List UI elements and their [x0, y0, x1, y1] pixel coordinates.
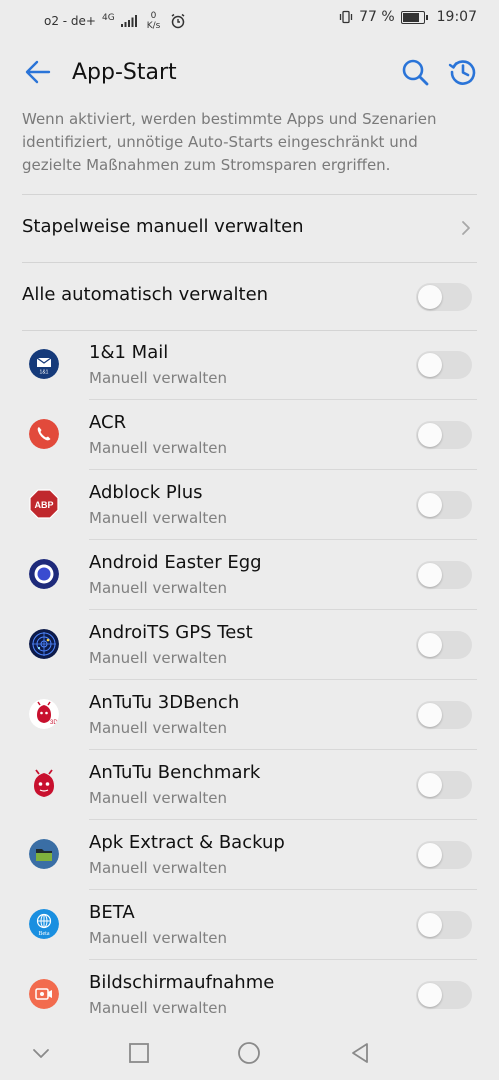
app-status: Manuell verwalten — [89, 999, 227, 1017]
toggle-knob — [418, 843, 442, 867]
app-row-android-easter-egg[interactable]: Android Easter Egg Manuell verwalten — [0, 540, 499, 610]
page-title: App-Start — [72, 60, 177, 85]
battery-icon — [400, 10, 428, 24]
divider — [22, 194, 477, 195]
antutu-icon — [29, 769, 59, 799]
phone-icon — [29, 419, 59, 449]
history-icon[interactable] — [447, 56, 479, 88]
app-row-androits-gps-test[interactable]: AndroiTS GPS Test Manuell verwalten — [0, 610, 499, 680]
batch-manage-row[interactable]: Stapelweise manuell verwalten — [0, 196, 499, 262]
app-toggle[interactable] — [416, 421, 472, 449]
status-bar: o2 - de+ 4G 0 K/s 77 % 19:07 — [0, 0, 499, 40]
app-bar: App-Start — [0, 40, 499, 108]
app-row-adblock-plus[interactable]: ABP Adblock Plus Manuell verwalten — [0, 470, 499, 540]
all-auto-label: Alle automatisch verwalten — [22, 284, 269, 305]
app-status: Manuell verwalten — [89, 439, 227, 457]
app-toggle[interactable] — [416, 631, 472, 659]
app-toggle[interactable] — [416, 771, 472, 799]
app-row-1und1-mail[interactable]: 1&1 1&1 Mail Manuell verwalten — [0, 330, 499, 400]
app-row-antutu-3dbench[interactable]: 3D AnTuTu 3DBench Manuell verwalten — [0, 680, 499, 750]
app-status: Manuell verwalten — [89, 579, 227, 597]
mail-icon: 1&1 — [29, 349, 59, 379]
batch-manage-label: Stapelweise manuell verwalten — [22, 216, 304, 237]
chevron-right-icon — [462, 221, 470, 235]
svg-text:3D: 3D — [50, 720, 58, 726]
app-row-beta[interactable]: Beta BETA Manuell verwalten — [0, 890, 499, 960]
svg-text:1&1: 1&1 — [40, 370, 49, 376]
app-name: AndroiTS GPS Test — [89, 622, 253, 643]
screen-record-icon — [29, 979, 59, 1009]
app-status: Manuell verwalten — [89, 859, 227, 877]
all-auto-row: Alle automatisch verwalten — [0, 264, 499, 330]
toggle-knob — [418, 423, 442, 447]
app-name: Apk Extract & Backup — [89, 832, 285, 853]
toggle-knob — [418, 285, 442, 309]
app-status: Manuell verwalten — [89, 649, 227, 667]
toggle-knob — [418, 913, 442, 937]
app-name: Bildschirmaufnahme — [89, 972, 275, 993]
navigation-bar — [0, 1026, 499, 1080]
toggle-knob — [418, 563, 442, 587]
home-icon[interactable] — [237, 1041, 261, 1065]
app-name: 1&1 Mail — [89, 342, 169, 363]
toggle-knob — [418, 703, 442, 727]
globe-icon: Beta — [29, 909, 59, 939]
search-icon[interactable] — [399, 56, 431, 88]
app-name: AnTuTu Benchmark — [89, 762, 261, 783]
app-name: BETA — [89, 902, 135, 923]
abp-icon: ABP — [29, 489, 59, 519]
toggle-knob — [418, 983, 442, 1007]
app-toggle[interactable] — [416, 911, 472, 939]
divider — [22, 262, 477, 263]
app-name: Android Easter Egg — [89, 552, 262, 573]
app-status: Manuell verwalten — [89, 929, 227, 947]
radar-icon — [29, 629, 59, 659]
clock: 19:07 — [436, 9, 477, 25]
app-toggle[interactable] — [416, 981, 472, 1009]
antutu-3d-icon: 3D — [29, 699, 59, 729]
signal-icon — [120, 15, 137, 27]
all-auto-toggle[interactable] — [416, 283, 472, 311]
app-row-antutu-benchmark[interactable]: AnTuTu Benchmark Manuell verwalten — [0, 750, 499, 820]
toggle-knob — [418, 353, 442, 377]
app-status: Manuell verwalten — [89, 509, 227, 527]
app-toggle[interactable] — [416, 351, 472, 379]
toggle-knob — [418, 633, 442, 657]
app-toggle[interactable] — [416, 841, 472, 869]
alarm-icon — [171, 13, 185, 29]
app-row-apk-extract-backup[interactable]: Apk Extract & Backup Manuell verwalten — [0, 820, 499, 890]
app-toggle[interactable] — [416, 561, 472, 589]
app-status: Manuell verwalten — [89, 719, 227, 737]
app-toggle[interactable] — [416, 491, 472, 519]
recents-icon[interactable] — [127, 1041, 151, 1065]
vibrate-icon — [339, 10, 353, 24]
app-name: AnTuTu 3DBench — [89, 692, 240, 713]
description-text: Wenn aktiviert, werden bestimmte Apps un… — [22, 110, 437, 174]
app-name: Adblock Plus — [89, 482, 203, 503]
battery-percent: 77 % — [359, 9, 395, 25]
toggle-knob — [418, 773, 442, 797]
network-type: 4G — [102, 13, 115, 23]
easter-egg-icon — [29, 559, 59, 589]
app-status: Manuell verwalten — [89, 369, 227, 387]
app-status: Manuell verwalten — [89, 789, 227, 807]
folder-icon — [29, 839, 59, 869]
toggle-knob — [418, 493, 442, 517]
carrier-label: o2 - de+ — [44, 14, 96, 28]
back-arrow-icon[interactable] — [22, 56, 54, 88]
app-toggle[interactable] — [416, 701, 472, 729]
app-row-bildschirmaufnahme[interactable]: Bildschirmaufnahme Manuell verwalten — [0, 960, 499, 1030]
app-row-acr[interactable]: ACR Manuell verwalten — [0, 400, 499, 470]
hide-nav-icon[interactable] — [29, 1041, 53, 1065]
app-name: ACR — [89, 412, 127, 433]
speed-indicator: 0 K/s — [146, 11, 161, 31]
svg-text:Beta: Beta — [39, 931, 50, 937]
svg-text:ABP: ABP — [34, 500, 53, 510]
back-nav-icon[interactable] — [348, 1041, 372, 1065]
